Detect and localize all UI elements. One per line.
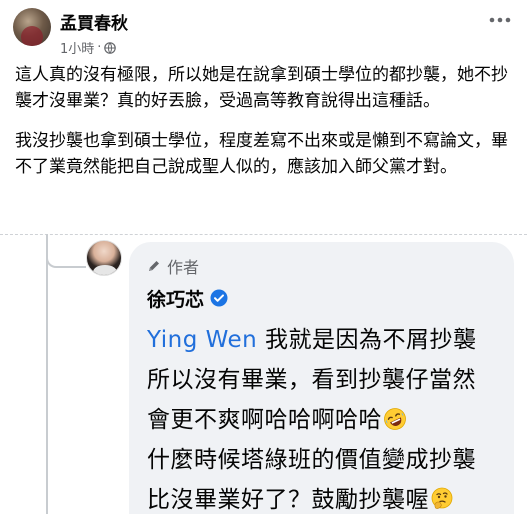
author-badge: 作者 [147,254,498,278]
divider [0,234,527,235]
author-badge-label: 作者 [167,258,200,277]
thinking-face-emoji-icon [431,487,453,509]
author-avatar[interactable] [13,8,51,46]
more-options-icon[interactable] [487,10,513,30]
commenter-name[interactable]: 徐巧芯 [147,285,204,312]
comment-text: Ying Wen 我就是因為不屑抄襲 所以沒有畢業，看到抄襲仔當然 會更不爽啊哈… [147,320,498,514]
commenter-avatar[interactable] [86,240,122,276]
rolling-laughing-emoji-icon [384,408,406,430]
comment-bubble: 作者 徐巧芯 Ying Wen 我就是因為不屑抄襲 所以沒有畢業，看到抄襲仔當然… [129,242,514,514]
globe-icon [104,41,117,54]
post-paragraph-1: 這人真的沒有極限，所以她是在說拿到碩士學位的都抄襲，她不抄襲才沒畢業？真的好丟臉… [15,65,508,111]
pencil-icon [149,261,159,271]
commenter-row: 徐巧芯 [147,284,498,312]
post-time[interactable]: 1小時 [60,38,94,57]
comment-line-2: 所以沒有畢業，看到抄襲仔當然 [147,367,476,393]
comment-line-4: 什麼時候塔綠班的價值變成抄襲 [147,447,476,473]
comment-line-3: 會更不爽啊哈哈啊哈哈 [147,400,498,440]
thread-line [46,234,48,514]
post-body: 這人真的沒有極限，所以她是在說拿到碩士學位的都抄襲，她不抄襲才沒畢業？真的好丟臉… [15,62,515,194]
post-paragraph-2: 我沒抄襲也拿到碩士學位，程度差寫不出來或是懶到不寫論文，畢不了業竟然能把自己說成… [15,131,508,177]
comment-line-1: Ying Wen 我就是因為不屑抄襲 [147,327,477,353]
meta-separator: · [97,40,102,55]
mention-link[interactable]: Ying Wen [147,327,257,353]
verified-badge-icon [210,289,228,307]
post-header: 孟買春秋 1小時 · [0,0,527,62]
comment-line-5: 比沒畢業好了？鼓勵抄襲喔 [147,480,498,514]
post-meta: 1小時 · [60,38,117,57]
thread-branch [46,250,86,268]
author-name[interactable]: 孟買春秋 [60,9,128,34]
